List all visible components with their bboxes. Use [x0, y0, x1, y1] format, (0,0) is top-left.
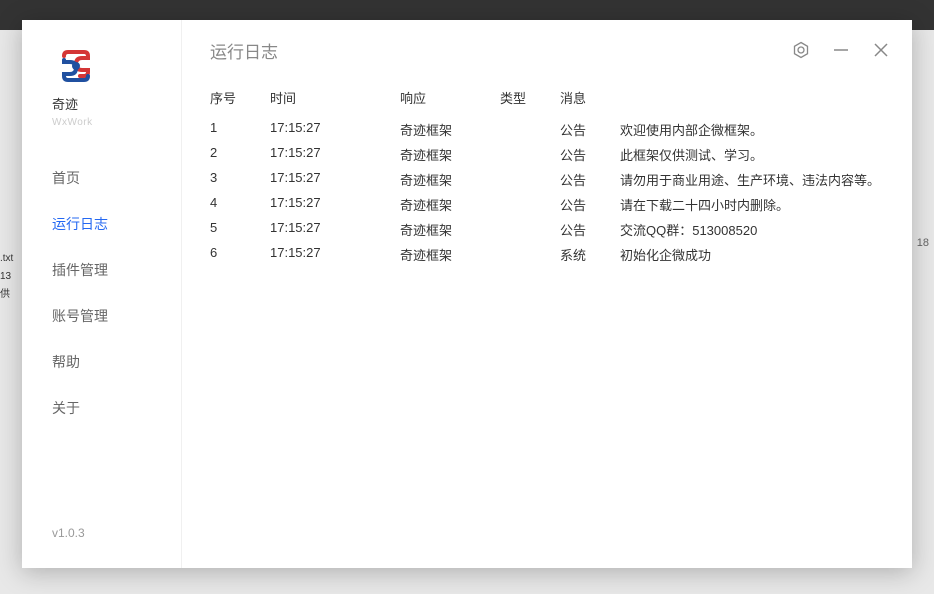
col-header-type: 消息 — [560, 88, 620, 107]
col-header-time: 时间 — [270, 88, 400, 107]
content: 序号 时间 响应 类型 消息 117:15:27奇迹框架公告欢迎使用内部企微框架… — [182, 80, 912, 568]
cell-time: 17:15:27 — [270, 145, 400, 164]
table-row[interactable]: 617:15:27奇迹框架 系统初始化企微成功 — [210, 242, 884, 267]
col-header-msg — [620, 88, 884, 107]
cell-seq: 3 — [210, 170, 270, 189]
cell-type: 公告 — [560, 220, 620, 239]
cell-time: 17:15:27 — [270, 245, 400, 264]
version-label: v1.0.3 — [22, 526, 181, 568]
cell-msg: 请勿用于商业用途、生产环境、违法内容等。 — [620, 170, 884, 189]
sidebar-item-help[interactable]: 帮助 — [52, 352, 181, 372]
cell-resp: 奇迹框架 — [400, 220, 500, 239]
table-row[interactable]: 217:15:27奇迹框架 公告此框架仅供测试、学习。 — [210, 142, 884, 167]
cell-msg: 初始化企微成功 — [620, 245, 884, 264]
table-row[interactable]: 417:15:27奇迹框架 公告请在下载二十四小时内删除。 — [210, 192, 884, 217]
desktop-background-text: .txt 13 供 — [0, 250, 13, 304]
cell-cat — [500, 145, 560, 164]
cell-time: 17:15:27 — [270, 120, 400, 139]
minimize-button[interactable] — [832, 41, 850, 59]
cell-type: 公告 — [560, 145, 620, 164]
cell-cat — [500, 220, 560, 239]
app-logo-icon — [58, 48, 94, 84]
cell-resp: 奇迹框架 — [400, 170, 500, 189]
cell-msg: 请在下载二十四小时内删除。 — [620, 195, 884, 214]
table-header: 序号 时间 响应 类型 消息 — [210, 80, 884, 117]
cell-time: 17:15:27 — [270, 195, 400, 214]
main-area: 运行日志 — [182, 20, 912, 568]
app-subtitle: WxWork — [52, 117, 93, 128]
cell-seq: 2 — [210, 145, 270, 164]
sidebar-item-about[interactable]: 关于 — [52, 398, 181, 418]
cell-seq: 5 — [210, 220, 270, 239]
page-title: 运行日志 — [210, 38, 278, 63]
cell-msg: 此框架仅供测试、学习。 — [620, 145, 884, 164]
cell-cat — [500, 245, 560, 264]
cell-cat — [500, 120, 560, 139]
cell-seq: 6 — [210, 245, 270, 264]
cell-msg: 交流QQ群：513008520 — [620, 220, 884, 239]
titlebar: 运行日志 — [182, 20, 912, 80]
cell-cat — [500, 170, 560, 189]
cell-resp: 奇迹框架 — [400, 120, 500, 139]
cell-seq: 1 — [210, 120, 270, 139]
cell-type: 系统 — [560, 245, 620, 264]
app-name: 奇迹 — [52, 94, 78, 113]
sidebar: 奇迹 WxWork 首页 运行日志 插件管理 账号管理 帮助 关于 v1.0.3 — [22, 20, 182, 568]
desktop-background-text-right: 18 — [917, 237, 929, 249]
cell-cat — [500, 195, 560, 214]
col-header-resp: 响应 — [400, 88, 500, 107]
window-controls — [792, 41, 890, 59]
table-row[interactable]: 517:15:27奇迹框架 公告交流QQ群：513008520 — [210, 217, 884, 242]
cell-type: 公告 — [560, 195, 620, 214]
table-row[interactable]: 117:15:27奇迹框架 公告欢迎使用内部企微框架。 — [210, 117, 884, 142]
cell-type: 公告 — [560, 170, 620, 189]
cell-time: 17:15:27 — [270, 170, 400, 189]
sidebar-nav: 首页 运行日志 插件管理 账号管理 帮助 关于 — [22, 168, 181, 418]
cell-resp: 奇迹框架 — [400, 245, 500, 264]
cell-resp: 奇迹框架 — [400, 145, 500, 164]
app-window: 奇迹 WxWork 首页 运行日志 插件管理 账号管理 帮助 关于 v1.0.3… — [22, 20, 912, 568]
cell-msg: 欢迎使用内部企微框架。 — [620, 120, 884, 139]
settings-icon[interactable] — [792, 41, 810, 59]
log-table: 序号 时间 响应 类型 消息 117:15:27奇迹框架公告欢迎使用内部企微框架… — [210, 80, 884, 267]
close-button[interactable] — [872, 41, 890, 59]
cell-type: 公告 — [560, 120, 620, 139]
cell-time: 17:15:27 — [270, 220, 400, 239]
logo-area: 奇迹 WxWork — [22, 48, 181, 128]
col-header-cat: 类型 — [500, 88, 560, 107]
sidebar-item-logs[interactable]: 运行日志 — [52, 214, 181, 234]
sidebar-item-plugins[interactable]: 插件管理 — [52, 260, 181, 280]
sidebar-item-accounts[interactable]: 账号管理 — [52, 306, 181, 326]
table-row[interactable]: 317:15:27奇迹框架 公告请勿用于商业用途、生产环境、违法内容等。 — [210, 167, 884, 192]
cell-seq: 4 — [210, 195, 270, 214]
sidebar-item-home[interactable]: 首页 — [52, 168, 181, 188]
col-header-seq: 序号 — [210, 88, 270, 107]
cell-resp: 奇迹框架 — [400, 195, 500, 214]
